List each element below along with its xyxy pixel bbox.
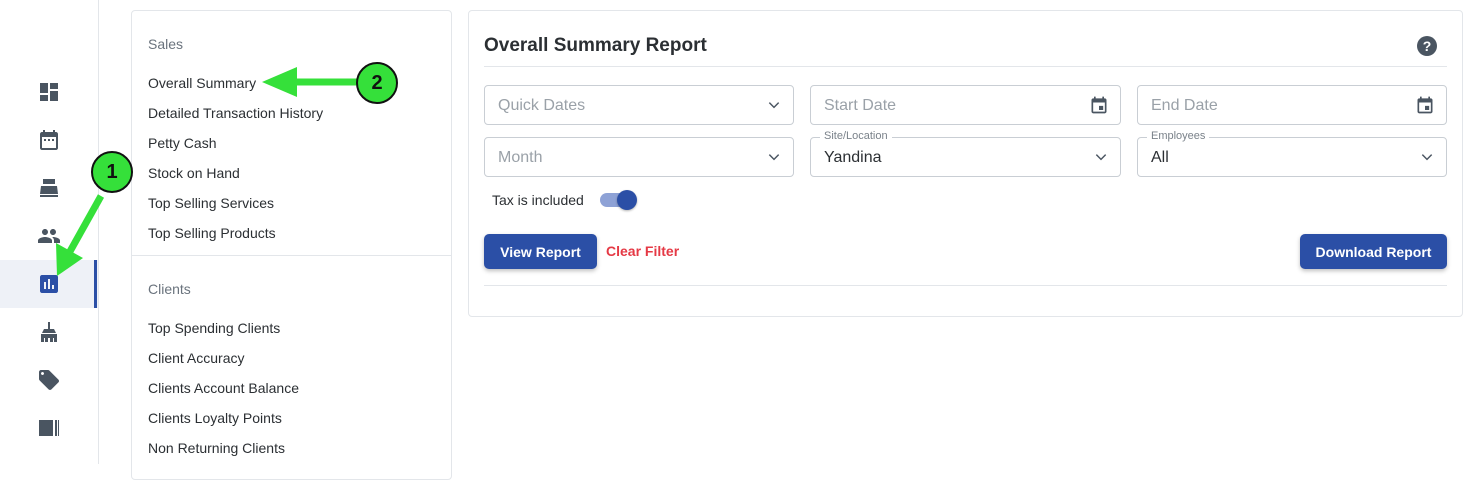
arrow-to-reports <box>56 194 105 276</box>
step-badge-2: 2 <box>356 62 398 104</box>
step-badge-1: 1 <box>91 151 133 193</box>
arrow-to-overall-summary <box>262 67 357 97</box>
annotation-arrows <box>56 67 357 276</box>
